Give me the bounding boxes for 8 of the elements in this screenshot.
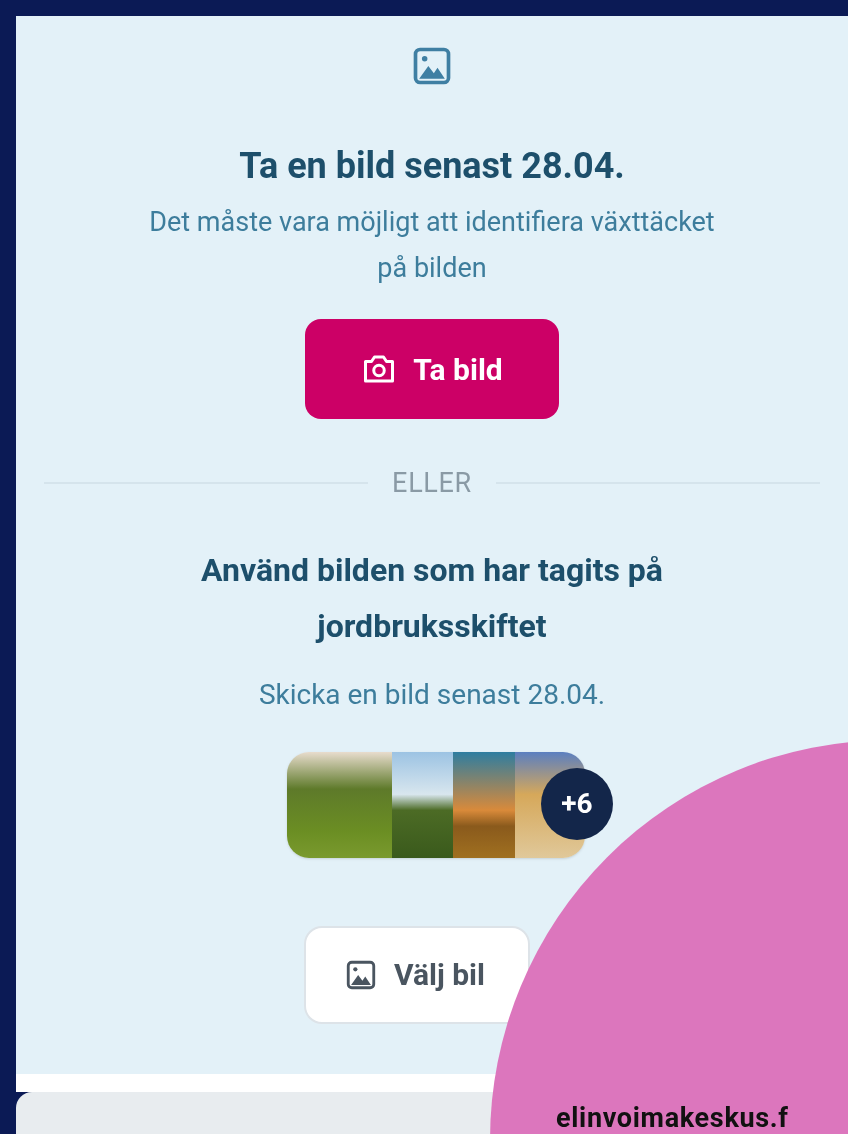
alternative-subtitle: Skicka en bild senast 28.04. [258, 676, 606, 713]
title: Ta en bild senast 28.04. [239, 144, 625, 189]
take-photo-button[interactable]: Ta bild [305, 319, 559, 419]
divider-label: ELLER [392, 466, 472, 501]
description: Det måste vara möjligt att identifiera växttäcket på bilden [148, 205, 716, 286]
alternative-title: Använd bilden som har tagits på jordbruksskiftet [200, 549, 664, 647]
website-caption: elinvoimakeskus.f [556, 1101, 789, 1134]
choose-image-button[interactable]: Välj bil [304, 925, 530, 1024]
